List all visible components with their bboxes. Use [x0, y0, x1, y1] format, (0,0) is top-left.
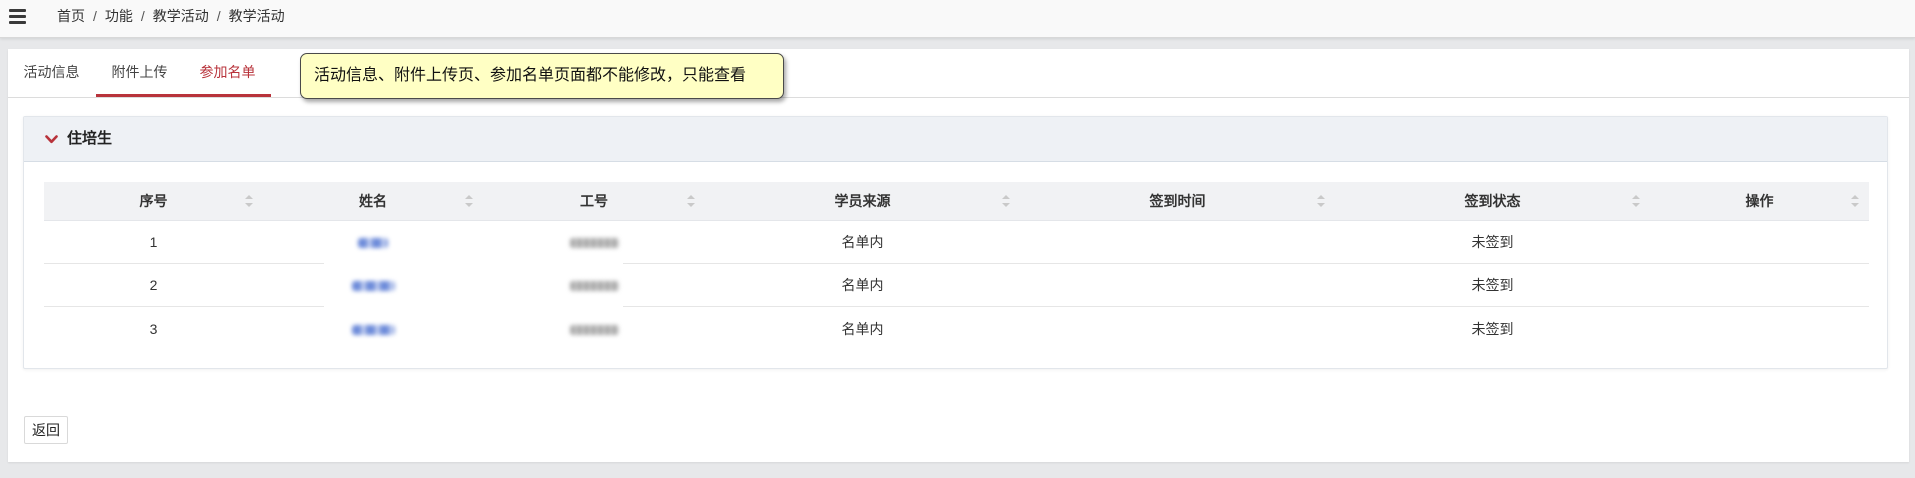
- participant-table-wrap: 序号 姓名 工号 学员来源 签到时间 签到状态 操作 1 名单内 未签到 2 名…: [44, 182, 1869, 350]
- column-header-label: 签到时间: [1149, 193, 1206, 209]
- sort-icon[interactable]: [1002, 195, 1010, 207]
- cell-source: 名单内: [841, 320, 884, 337]
- sort-desc-arrow: [1317, 203, 1325, 207]
- breadcrumb-teaching-activity[interactable]: 教学活动: [153, 8, 209, 24]
- column-header-name: 姓名: [263, 182, 483, 221]
- sort-desc-arrow: [1002, 203, 1010, 207]
- menu-line: [9, 21, 26, 24]
- breadcrumb-separator: /: [140, 8, 145, 24]
- table-row: 1 名单内 未签到: [44, 220, 1869, 264]
- chevron-down-icon[interactable]: [45, 135, 58, 144]
- breadcrumb-separator: /: [216, 8, 221, 24]
- column-header-employee-id: 工号: [483, 182, 705, 221]
- column-header-sign-status: 签到状态: [1335, 182, 1650, 221]
- column-header-source: 学员来源: [705, 182, 1020, 221]
- sort-icon[interactable]: [1317, 195, 1325, 207]
- participant-table: 序号 姓名 工号 学员来源 签到时间 签到状态 操作 1 名单内 未签到 2 名…: [44, 182, 1869, 350]
- employee-id-blurred: [569, 238, 619, 249]
- cell-sign-time: [1020, 263, 1335, 307]
- sort-icon[interactable]: [1632, 195, 1640, 207]
- column-header-index: 序号: [44, 182, 263, 221]
- cell-index: 3: [149, 320, 158, 337]
- sort-desc-arrow: [465, 203, 473, 207]
- main-card: 活动信息 附件上传 参加名单 活动信息、附件上传页、参加名单页面都不能修改，只能…: [8, 49, 1909, 462]
- cell-index: 1: [44, 220, 263, 264]
- cell-source: 名单内: [705, 220, 1020, 264]
- breadcrumb-current: 教学活动: [228, 8, 285, 24]
- table-header-row: 序号 姓名 工号 学员来源 签到时间 签到状态 操作: [44, 182, 1869, 221]
- sort-asc-arrow: [687, 195, 695, 199]
- trainee-panel-title: 住培生: [67, 130, 113, 147]
- info-callout: 活动信息、附件上传页、参加名单页面都不能修改，只能查看: [300, 53, 784, 99]
- sort-asc-arrow: [1002, 195, 1010, 199]
- trainee-panel-body: 序号 姓名 工号 学员来源 签到时间 签到状态 操作 1 名单内 未签到 2 名…: [24, 162, 1887, 368]
- tab-participant-list[interactable]: 参加名单: [184, 49, 271, 97]
- column-header-label: 姓名: [359, 193, 387, 209]
- tab-ink-bar: [96, 94, 271, 97]
- breadcrumb-separator: /: [93, 8, 97, 24]
- breadcrumb: 首页 / 功能 / 教学活动 / 教学活动: [57, 0, 285, 32]
- back-button[interactable]: 返回: [24, 416, 68, 444]
- cell-sign-status: 未签到: [1335, 220, 1650, 264]
- tab-attachment-upload[interactable]: 附件上传: [96, 49, 183, 97]
- column-header-label: 工号: [580, 193, 608, 209]
- sort-desc-arrow: [1851, 203, 1859, 207]
- employee-id-blurred: [569, 281, 619, 292]
- cell-sign-status: 未签到: [1335, 263, 1650, 307]
- tab-activity-info[interactable]: 活动信息: [8, 49, 95, 97]
- sort-desc-arrow: [245, 203, 253, 207]
- column-header-label: 操作: [1745, 193, 1774, 209]
- hamburger-menu-icon[interactable]: [9, 9, 27, 24]
- top-bar: 首页 / 功能 / 教学活动 / 教学活动: [0, 0, 1915, 38]
- sort-icon[interactable]: [245, 195, 253, 207]
- cell-action: [1650, 307, 1869, 351]
- sort-desc-arrow: [1632, 203, 1640, 207]
- column-header-sign-time: 签到时间: [1020, 182, 1335, 221]
- menu-line: [9, 15, 26, 18]
- sort-asc-arrow: [245, 195, 253, 199]
- app-root: 首页 / 功能 / 教学活动 / 教学活动 活动信息 附件上传 参加名单 活动信息、附件上传…: [0, 0, 1915, 478]
- sort-icon[interactable]: [687, 195, 695, 207]
- table-row: 2 名单内 未签到: [44, 263, 1869, 307]
- cell-sign-status: 未签到: [1471, 320, 1514, 337]
- tab-bar: 活动信息 附件上传 参加名单: [8, 49, 1909, 98]
- column-header-label: 学员来源: [834, 193, 891, 209]
- column-header-label: 序号: [139, 193, 168, 209]
- cell-sign-time: [1020, 307, 1335, 351]
- cell-action: [1650, 220, 1869, 264]
- student-name-link-blurred[interactable]: [351, 281, 395, 292]
- table-row: 3 名单内 未签到: [44, 307, 1869, 351]
- sort-desc-arrow: [687, 203, 695, 207]
- trainee-panel-header[interactable]: 住培生: [24, 117, 1887, 162]
- employee-id-blurred: [569, 324, 619, 335]
- cell-index: 2: [44, 263, 263, 307]
- sort-icon[interactable]: [465, 195, 473, 207]
- column-header-action: 操作: [1650, 182, 1869, 221]
- trainee-panel: 住培生 序号 姓名 工号 学员来源 签到时间 签到状态 操作 1 名单内 未签到…: [23, 116, 1888, 369]
- sort-asc-arrow: [465, 195, 473, 199]
- breadcrumb-function[interactable]: 功能: [105, 8, 133, 24]
- student-name-link-blurred[interactable]: [351, 324, 395, 335]
- sort-asc-arrow: [1851, 195, 1859, 199]
- sort-asc-arrow: [1632, 195, 1640, 199]
- column-header-label: 签到状态: [1464, 193, 1521, 209]
- breadcrumb-home[interactable]: 首页: [57, 8, 85, 24]
- sort-icon[interactable]: [1851, 195, 1859, 207]
- cell-source: 名单内: [705, 263, 1020, 307]
- menu-line: [9, 9, 26, 12]
- student-name-link-blurred[interactable]: [358, 238, 388, 249]
- cell-sign-time: [1020, 220, 1335, 264]
- sort-asc-arrow: [1317, 195, 1325, 199]
- cell-action: [1650, 263, 1869, 307]
